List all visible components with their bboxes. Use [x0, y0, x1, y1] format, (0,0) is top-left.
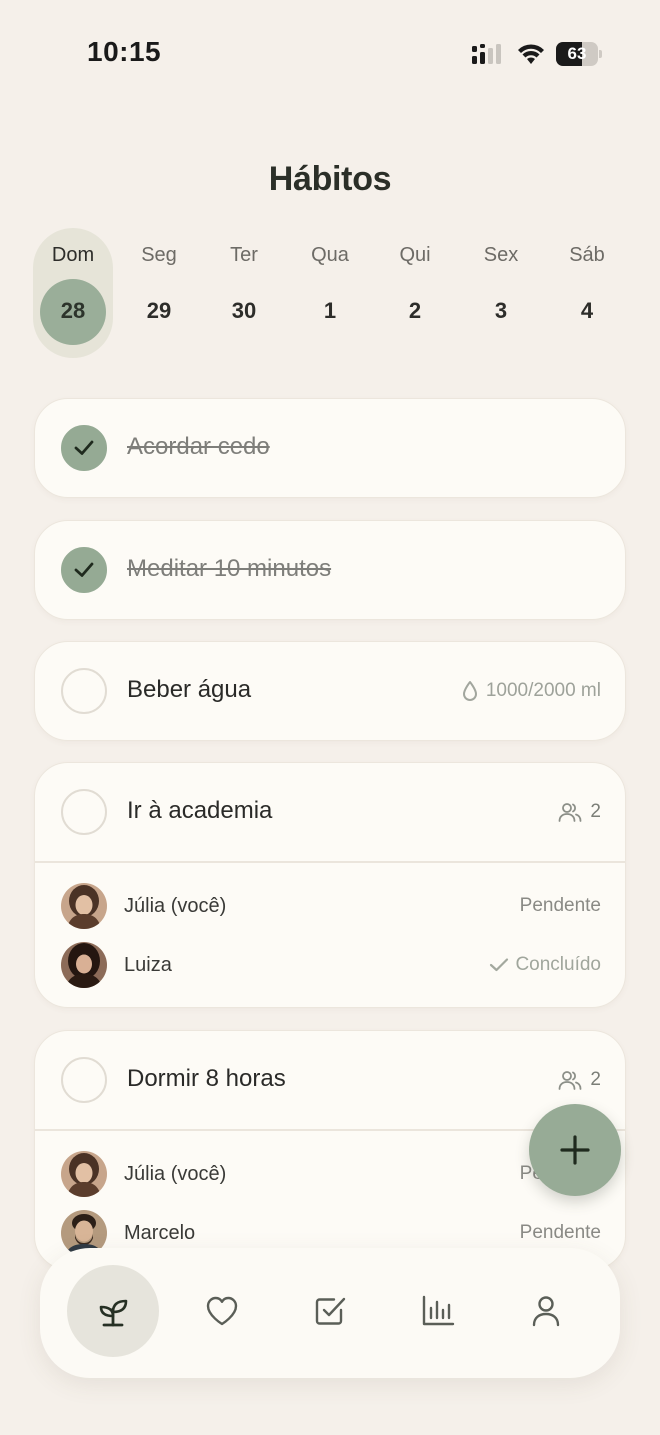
- day-saturday[interactable]: Sáb 4: [544, 228, 624, 358]
- status-bar: 10:15 63: [0, 0, 660, 100]
- user-icon: [532, 1296, 560, 1327]
- member-row: Luiza Concluído: [61, 942, 601, 990]
- member-status: Pendente: [519, 1222, 601, 1243]
- checkbox-icon: [315, 1297, 346, 1325]
- day-sunday[interactable]: Dom 28: [30, 228, 113, 358]
- add-habit-button[interactable]: [529, 1104, 621, 1196]
- checkmark-icon: [74, 440, 94, 455]
- day-name: Sex: [483, 244, 519, 266]
- habit-checkbox[interactable]: [61, 789, 107, 835]
- status-time: 10:15: [87, 36, 162, 67]
- nav-habits[interactable]: [67, 1265, 159, 1357]
- habit-checkbox-checked[interactable]: [61, 425, 107, 471]
- member-status-completed: Concluído: [489, 954, 601, 976]
- habit-checkbox[interactable]: [61, 1057, 107, 1103]
- participants-count: 2: [558, 801, 601, 823]
- checkmark-icon: [74, 562, 94, 577]
- member-row: Júlia (você) Pendente: [61, 1151, 601, 1199]
- water-drop-icon: [462, 681, 477, 701]
- habit-checkbox[interactable]: [61, 668, 107, 714]
- page-title: Hábitos: [268, 160, 392, 198]
- habit-card-meditar[interactable]: Meditar 10 minutos: [34, 520, 626, 620]
- day-thursday[interactable]: Qui 2: [372, 228, 452, 358]
- member-name: Luiza: [124, 954, 172, 976]
- battery-indicator: 63: [556, 42, 602, 66]
- day-name: Qui: [399, 244, 431, 266]
- habit-card-academia[interactable]: Ir à academia 2 Júlia (você) Pendente Lu…: [34, 762, 626, 1008]
- member-name: Marcelo: [124, 1222, 196, 1244]
- avatar: [61, 942, 107, 988]
- habit-card-acordar-cedo[interactable]: Acordar cedo: [34, 398, 626, 498]
- day-number: 3: [494, 298, 508, 323]
- day-number: 30: [231, 298, 257, 323]
- plus-icon: [560, 1135, 590, 1165]
- day-number: 4: [580, 298, 594, 323]
- habit-name: Acordar cedo: [127, 433, 270, 460]
- day-tuesday[interactable]: Ter 30: [201, 228, 281, 358]
- week-day-selector: Dom 28 Seg 29 Ter 30 Qua 1 Qui 2 Sex 3 S…: [30, 228, 630, 358]
- bar-chart-icon: [422, 1295, 455, 1326]
- day-name: Ter: [230, 244, 258, 266]
- participants-number: 2: [590, 801, 601, 822]
- member-name: Júlia (você): [124, 895, 227, 917]
- day-name: Seg: [141, 244, 177, 266]
- habit-card-beber-agua[interactable]: Beber água 1000/2000 ml: [34, 641, 626, 741]
- day-name: Sáb: [569, 244, 605, 266]
- day-number: 2: [408, 298, 422, 323]
- habit-progress: 1000/2000 ml: [462, 680, 601, 702]
- day-wednesday[interactable]: Qua 1: [287, 228, 367, 358]
- sprout-icon: [99, 1299, 128, 1327]
- habit-progress-text: 1000/2000 ml: [485, 680, 601, 701]
- participants-number: 2: [590, 1069, 601, 1090]
- day-number: 28: [60, 298, 86, 323]
- nav-profile[interactable]: [500, 1265, 592, 1357]
- day-name: Dom: [51, 244, 95, 266]
- habit-name: Dormir 8 horas: [127, 1065, 286, 1092]
- nav-tasks[interactable]: [284, 1265, 376, 1357]
- day-monday[interactable]: Seg 29: [116, 228, 196, 358]
- habit-name: Meditar 10 minutos: [127, 555, 332, 582]
- day-number: 29: [146, 298, 172, 323]
- member-status: Pendente: [519, 895, 601, 916]
- checkmark-icon: [490, 958, 509, 972]
- nav-favorites[interactable]: [176, 1265, 268, 1357]
- day-friday[interactable]: Sex 3: [458, 228, 538, 358]
- group-icon: [559, 803, 582, 822]
- bottom-navigation: [40, 1248, 620, 1378]
- habit-name: Beber água: [127, 676, 252, 703]
- avatar: [61, 883, 107, 929]
- participants-count: 2: [558, 1069, 601, 1091]
- member-name: Júlia (você): [124, 1163, 227, 1185]
- battery-percent: 63: [567, 44, 587, 63]
- day-name: Qua: [311, 244, 349, 266]
- habit-checkbox-checked[interactable]: [61, 547, 107, 593]
- habit-name: Ir à academia: [127, 797, 273, 824]
- day-number: 1: [323, 298, 337, 323]
- cellular-signal-icon: [472, 44, 501, 64]
- group-icon: [559, 1071, 582, 1090]
- wifi-icon: [518, 44, 544, 64]
- divider: [35, 861, 625, 863]
- avatar: [61, 1151, 107, 1197]
- heart-icon: [206, 1296, 238, 1326]
- member-row: Júlia (você) Pendente: [61, 883, 601, 931]
- nav-statistics[interactable]: [392, 1265, 484, 1357]
